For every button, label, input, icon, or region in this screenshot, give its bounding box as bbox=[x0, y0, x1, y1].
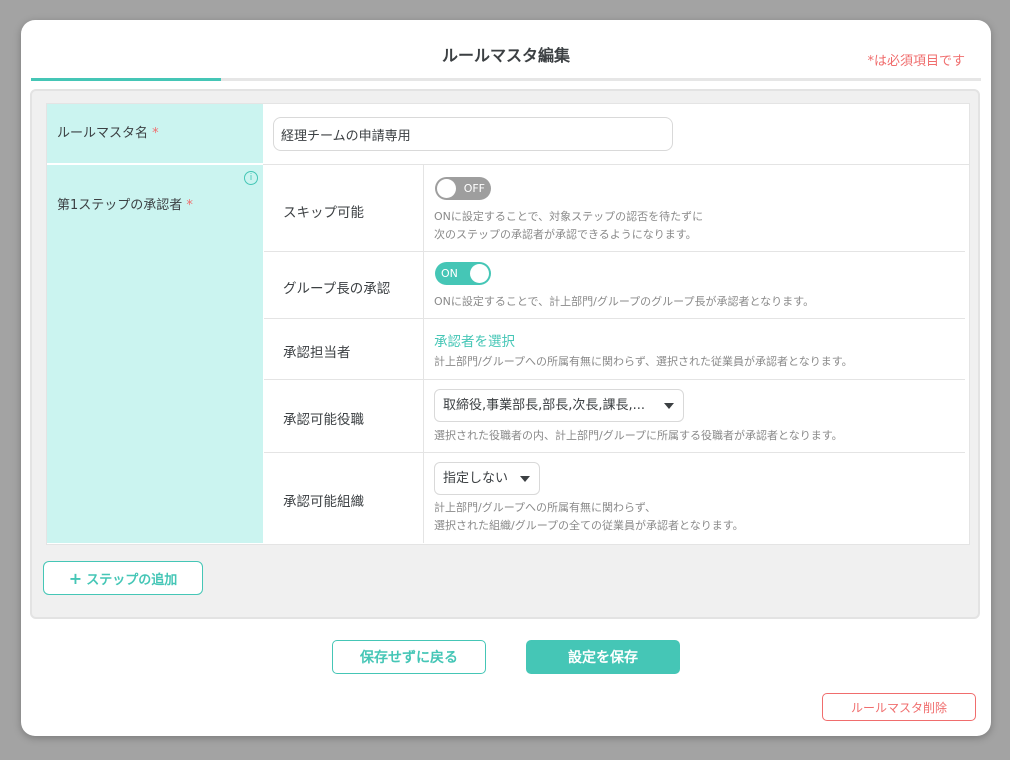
save-settings-button[interactable]: 設定を保存 bbox=[526, 640, 680, 674]
organization-select[interactable]: 指定しない bbox=[434, 462, 540, 495]
skip-desc-line1: ONに設定することで、対象ステップの認否を待たずに bbox=[434, 210, 704, 223]
form-panel: ルールマスタ名 * 第1ステップの承認者 * i スキップ可能 OFF ONに設… bbox=[30, 89, 980, 619]
group-leader-description: ONに設定することで、計上部門/グループのグループ長が承認者となります。 bbox=[434, 295, 815, 308]
approver-label: 承認担当者 bbox=[283, 345, 351, 361]
toggle-text: OFF bbox=[463, 182, 485, 195]
modal-title: ルールマスタ編集 bbox=[441, 46, 570, 65]
organization-desc-line1: 計上部門/グループへの所属有無に関わらず、 bbox=[434, 501, 657, 514]
rule-master-edit-modal: ルールマスタ編集 *は必須項目です ルールマスタ名 * 第1ステップの承認者 *… bbox=[21, 20, 991, 736]
positions-select[interactable]: 取締役,事業部長,部長,次長,課長,... bbox=[434, 389, 684, 422]
plus-icon: + bbox=[68, 569, 83, 588]
step1-label-text: 第1ステップの承認者 bbox=[57, 198, 183, 213]
skip-toggle[interactable]: OFF bbox=[435, 177, 491, 200]
toggle-knob bbox=[470, 264, 489, 283]
add-step-button[interactable]: + ステップの追加 bbox=[43, 561, 203, 595]
required-mark: * bbox=[152, 126, 159, 141]
rule-name-label: ルールマスタ名 * bbox=[47, 104, 263, 163]
back-without-saving-button[interactable]: 保存せずに戻る bbox=[332, 640, 486, 674]
positions-description: 選択された役職者の内、計上部門/グループに所属する役職者が承認者となります。 bbox=[434, 429, 843, 442]
toggle-knob bbox=[437, 179, 456, 198]
column-divider bbox=[423, 165, 424, 543]
step1-label: 第1ステップの承認者 * i bbox=[47, 165, 263, 543]
rule-name-input[interactable] bbox=[273, 117, 673, 151]
group-leader-toggle[interactable]: ON bbox=[435, 262, 491, 285]
skip-description: ONに設定することで、対象ステップの認否を待たずに 次のステップの承認者が承認で… bbox=[434, 208, 703, 244]
select-approver-link[interactable]: 承認者を選択 bbox=[434, 330, 515, 350]
tab-bar bbox=[31, 78, 981, 81]
organization-description: 計上部門/グループへの所属有無に関わらず、 選択された組織/グループの全ての従業… bbox=[434, 499, 744, 535]
rule-name-label-text: ルールマスタ名 bbox=[57, 126, 149, 141]
row-divider bbox=[263, 164, 969, 165]
organization-label: 承認可能組織 bbox=[283, 494, 364, 510]
row-divider bbox=[264, 379, 965, 380]
organization-select-value: 指定しない bbox=[443, 471, 509, 486]
toggle-text: ON bbox=[441, 267, 458, 280]
delete-rule-master-button[interactable]: ルールマスタ削除 bbox=[822, 693, 976, 721]
rule-form: ルールマスタ名 * 第1ステップの承認者 * i スキップ可能 OFF ONに設… bbox=[46, 103, 970, 545]
caret-down-icon bbox=[520, 476, 530, 482]
approver-description: 計上部門/グループへの所属有無に関わらず、選択された従業員が承認者となります。 bbox=[434, 355, 853, 368]
group-leader-label: グループ長の承認 bbox=[283, 281, 391, 297]
skip-label: スキップ可能 bbox=[283, 205, 364, 221]
organization-desc-line2: 選択された組織/グループの全ての従業員が承認者となります。 bbox=[434, 519, 744, 532]
skip-desc-line2: 次のステップの承認者が承認できるようになります。 bbox=[434, 228, 697, 241]
row-divider bbox=[264, 452, 965, 453]
tab-active-indicator bbox=[31, 78, 221, 81]
positions-select-value: 取締役,事業部長,部長,次長,課長,... bbox=[443, 398, 646, 413]
positions-label: 承認可能役職 bbox=[283, 412, 364, 428]
info-icon[interactable]: i bbox=[244, 171, 258, 185]
required-note: *は必須項目です bbox=[867, 54, 965, 69]
required-mark: * bbox=[186, 198, 193, 213]
row-divider bbox=[264, 251, 965, 252]
row-divider bbox=[264, 318, 965, 319]
add-step-label: ステップの追加 bbox=[86, 573, 178, 588]
caret-down-icon bbox=[664, 403, 674, 409]
